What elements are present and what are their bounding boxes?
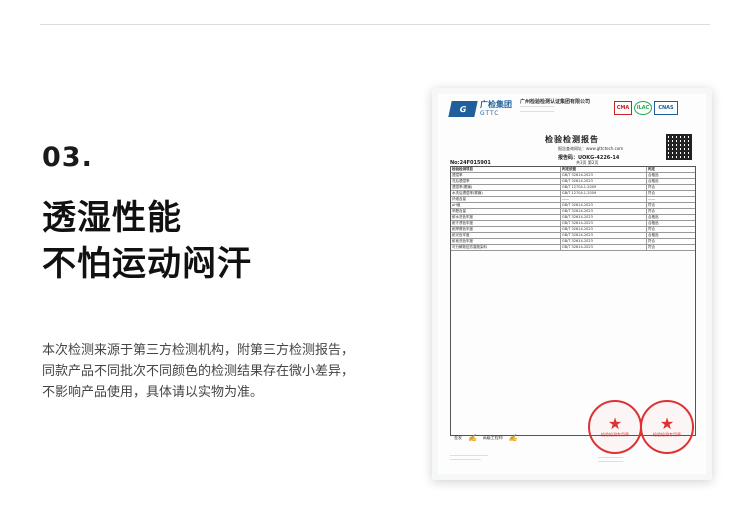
description-line: 同款产品不同批次不同颜色的检测结果存在微小差异，	[42, 364, 355, 379]
table-cell: 耐摩擦色牢度	[451, 227, 561, 232]
table-cell: GB/T 32614-2023	[561, 221, 647, 226]
table-cell: 符合	[648, 185, 655, 189]
section-description: 本次检测来源于第三方检测机构，附第三方检测报告， 同款产品不同批次不同颜色的检测…	[42, 340, 372, 403]
official-stamp: ★ 检验检测专用章	[640, 400, 694, 454]
table-cell: 耐水洗色牢度	[451, 215, 561, 220]
table-cell: 合格品	[648, 179, 659, 183]
table-cell: 纤维含量	[451, 197, 561, 202]
logo-cn: 广检集团	[480, 100, 512, 109]
signature-icon: ✍	[508, 434, 518, 442]
qr-code-icon	[666, 134, 692, 160]
table-cell: 合格品	[648, 233, 659, 237]
signature-label: 签发	[454, 435, 462, 440]
section-title-line1: 透湿性能	[42, 198, 182, 238]
table-header: 判定依据	[561, 167, 647, 172]
table-cell: 耐光色牢度	[451, 233, 561, 238]
table-cell: 洗后透湿率	[451, 179, 561, 184]
table-cell: 符合	[648, 191, 655, 195]
description-line: 不影响产品使用，具体请以实物为准。	[42, 385, 264, 400]
logo-en: GTTC	[480, 110, 500, 117]
table-cell: 符合	[648, 209, 655, 213]
table-cell: 符合	[648, 239, 655, 243]
table-cell: GB/T 32614-2023	[561, 233, 647, 238]
report-footer: ───────────────────── ─────────────────	[450, 454, 488, 462]
stamp-text: 检验检测专用章	[653, 432, 681, 437]
official-stamp: ★ 检验检测专用章	[588, 400, 642, 454]
section-title-line2: 不怕运动闷汗	[42, 244, 252, 284]
section-number: 03.	[42, 142, 93, 173]
table-cell: GB/T 12704.1-2009	[561, 191, 647, 196]
table-cell: GB/T 32614-2023	[561, 245, 647, 250]
description-line: 本次检测来源于第三方检测机构，附第三方检测报告，	[42, 343, 355, 358]
report-logo: G 广检集团 GTTC	[448, 100, 512, 118]
report-footer: ────────────── ──────────────	[598, 456, 624, 464]
signature-icon: ✍	[468, 434, 477, 442]
gttc-logo-icon: G	[448, 101, 478, 117]
table-cell: ——	[648, 197, 655, 201]
table-cell: GB/T 32614-2023	[561, 179, 647, 184]
approver-title: 高级工程师	[482, 435, 503, 440]
table-cell: GB/T 32614-2023	[561, 227, 647, 232]
table-cell: 透湿率(覆膜)	[451, 185, 561, 190]
table-cell: GB/T 32614-2023	[561, 215, 647, 220]
table-cell: GB/T 32614-2023	[561, 173, 647, 178]
table-cell: 符合	[648, 227, 655, 231]
cma-cert-icon: CMA	[614, 101, 632, 115]
table-cell: GB/T 32614-2023	[561, 203, 647, 208]
ilac-cert-icon: ILAC	[634, 101, 652, 115]
table-header: 判定	[648, 167, 655, 171]
institute-fine-print: ───────────────────	[520, 110, 555, 114]
table-cell: 耐皂洗色牢度	[451, 239, 561, 244]
table-row: 可分解致癌芳香胺染料 GB/T 32614-2023 符合	[451, 245, 695, 251]
star-icon: ★	[659, 414, 675, 433]
table-cell: ——	[561, 197, 647, 202]
table-cell: GB/T 32614-2023	[561, 239, 647, 244]
table-cell: GB/T 12704.1-2009	[561, 185, 647, 190]
table-cell: 符合	[648, 203, 655, 207]
table-cell: GB/T 32614-2023	[561, 209, 647, 214]
report-table: 检验检测项目 判定依据 判定 透湿率 GB/T 32614-2023 合格品 洗…	[450, 166, 696, 436]
cnas-cert-icon: CNAS	[654, 101, 678, 115]
stamp-text: 检验检测专用章	[601, 432, 629, 437]
signature-block: 签发 ✍ 高级工程师 ✍	[454, 434, 517, 442]
star-icon: ★	[607, 414, 623, 433]
table-cell: 甲醛含量	[451, 209, 561, 214]
table-cell: 耐汗渍色牢度	[451, 221, 561, 226]
table-cell: 透湿率	[451, 173, 561, 178]
table-header: 检验检测项目	[451, 167, 561, 172]
top-divider	[40, 24, 710, 25]
test-report-page: G 广检集团 GTTC 广州检验检测认证集团有限公司 ─────────────…	[438, 94, 706, 474]
table-cell: 合格品	[648, 173, 659, 177]
institute-block: 广州检验检测认证集团有限公司 ─────────────────── ─────…	[520, 100, 612, 115]
table-cell: 符合	[648, 245, 655, 249]
table-cell: 可分解致癌芳香胺染料	[451, 245, 561, 250]
table-cell: 合格品	[648, 221, 659, 225]
table-cell: pH值	[451, 203, 561, 208]
test-report-image: G 广检集团 GTTC 广州检验检测认证集团有限公司 ─────────────…	[432, 88, 712, 480]
table-cell: 合格品	[648, 215, 659, 219]
report-query-site: 报告查询网址：www.gttctech.com	[558, 146, 624, 151]
table-cell: 水洗后透湿率(覆膜)	[451, 191, 561, 196]
